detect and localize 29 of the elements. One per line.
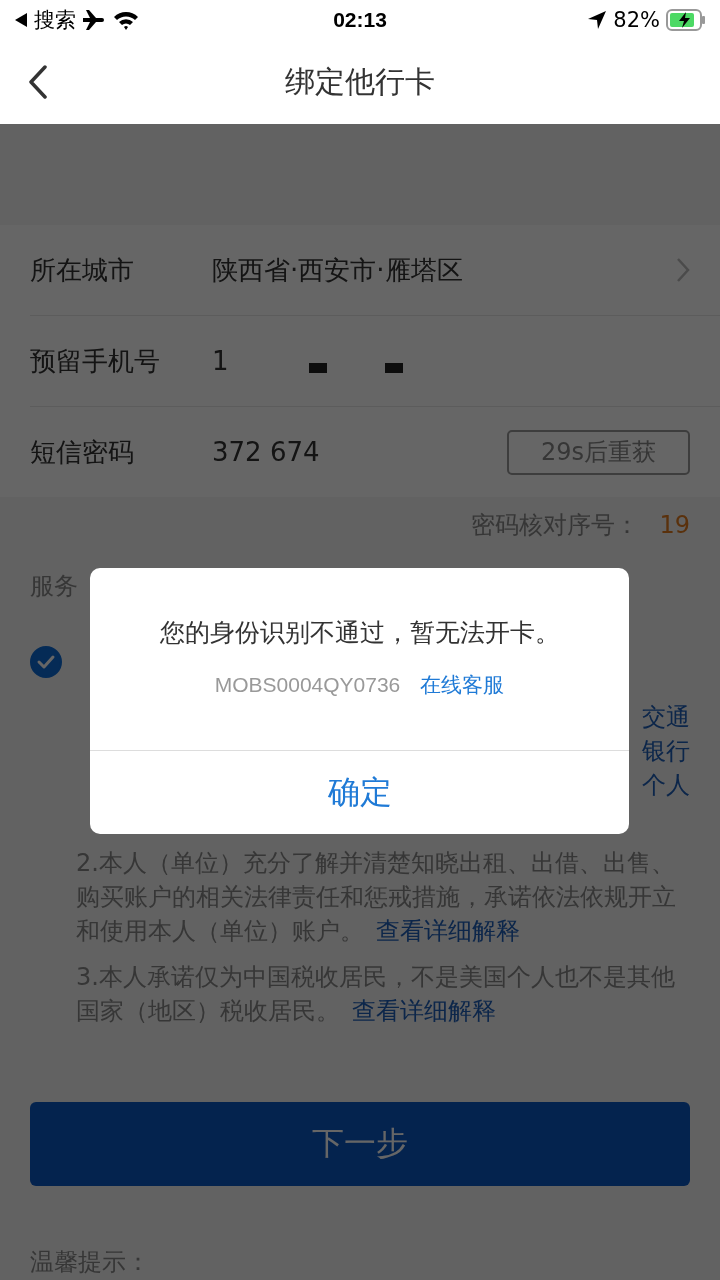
confirm-button[interactable]: 确定 bbox=[90, 750, 629, 834]
back-triangle-icon[interactable] bbox=[14, 12, 28, 28]
online-service-link[interactable]: 在线客服 bbox=[420, 671, 505, 699]
next-step-button[interactable]: 下一步 bbox=[30, 1102, 690, 1186]
phone-value[interactable]: 1 bbox=[212, 346, 229, 376]
serial-number: 19 bbox=[659, 510, 690, 539]
masked-digits bbox=[384, 363, 403, 373]
checkbox-icon[interactable] bbox=[30, 646, 62, 678]
detail-link[interactable]: 查看详细解释 bbox=[376, 917, 520, 945]
city-value[interactable]: 陕西省·西安市·雁塔区 bbox=[212, 252, 463, 288]
masked-digits bbox=[308, 363, 327, 373]
battery-percent: 82% bbox=[613, 8, 660, 32]
back-app-label[interactable]: 搜索 bbox=[34, 6, 76, 34]
field-label: 短信密码 bbox=[30, 435, 135, 469]
agreement-link[interactable]: 个人 bbox=[642, 768, 690, 802]
detail-link[interactable]: 查看详细解释 bbox=[352, 997, 496, 1025]
error-code: MOBS0004QY0736 bbox=[214, 673, 401, 697]
wifi-icon bbox=[112, 9, 140, 31]
location-arrow-icon bbox=[587, 10, 608, 30]
field-label: 所在城市 bbox=[30, 253, 135, 287]
agreement-link[interactable]: 交通 bbox=[642, 700, 690, 734]
page-title: 绑定他行卡 bbox=[285, 62, 435, 101]
battery-charging-icon bbox=[666, 9, 706, 31]
dialog-message: 您的身份识别不通过，暂无法开卡。 bbox=[159, 617, 560, 649]
back-icon[interactable] bbox=[28, 65, 48, 99]
airplane-icon bbox=[82, 9, 106, 31]
field-label: 预留手机号 bbox=[30, 344, 161, 378]
clock-time: 02:13 bbox=[333, 8, 387, 32]
agreement-link[interactable]: 银行 bbox=[642, 734, 690, 768]
